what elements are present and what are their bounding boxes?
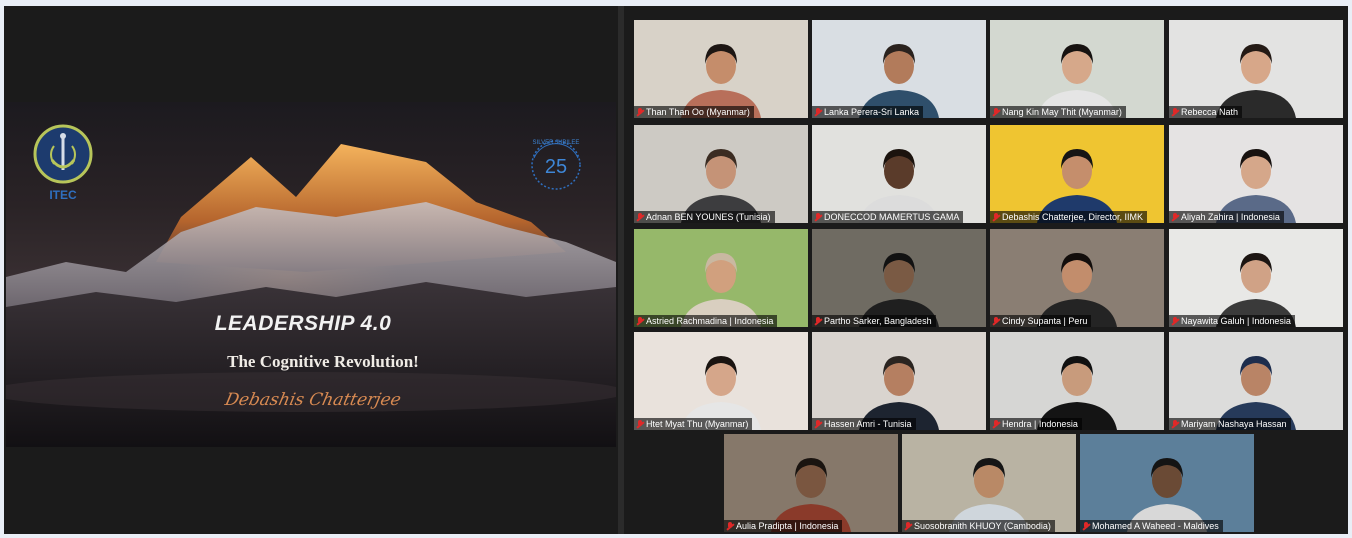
participant-name-tag: Mohamed A Waheed - Maldives <box>1080 520 1223 532</box>
participant-name: Astried Rachmadina | Indonesia <box>646 316 774 326</box>
mic-muted-icon <box>637 419 643 429</box>
participant-name: Suosobranith KHUOY (Cambodia) <box>914 521 1051 531</box>
participant-name: Aulia Pradipta | Indonesia <box>736 521 839 531</box>
mic-muted-icon <box>993 419 999 429</box>
participant-tile[interactable]: Aliyah Zahira | Indonesia <box>1169 125 1343 223</box>
shared-screen[interactable]: ITEC 25 SILVER JUBILEE LEADERSHIP 4.0 Th… <box>4 6 618 534</box>
participant-name: Lanka Perera-Sri Lanka <box>824 107 920 117</box>
participant-name: Hassen Amri - Tunisia <box>824 419 912 429</box>
participant-tile[interactable]: Lanka Perera-Sri Lanka <box>812 20 986 118</box>
participant-name-tag: Rebecca Nath <box>1169 106 1243 118</box>
slide-signature: Debashis Chatterjee <box>223 390 403 410</box>
participant-tile[interactable]: Rebecca Nath <box>1169 20 1343 118</box>
mic-muted-icon <box>1172 212 1178 222</box>
participant-name-tag: DONECCOD MAMERTUS GAMA <box>812 211 964 223</box>
svg-text:SILVER JUBILEE: SILVER JUBILEE <box>533 140 580 146</box>
mic-muted-icon <box>815 107 821 117</box>
mic-muted-icon <box>1172 107 1178 117</box>
mic-muted-icon <box>815 316 821 326</box>
mic-muted-icon <box>905 521 911 531</box>
silver-jubilee-logo: 25 SILVER JUBILEE <box>518 134 594 196</box>
slide-subtitle: The Cognitive Revolution! <box>227 352 419 371</box>
participant-name: Mohamed A Waheed - Maldives <box>1092 521 1219 531</box>
participant-name-tag: Htet Myat Thu (Myanmar) <box>634 418 753 430</box>
participant-name: Nang Kin May Thit (Myanmar) <box>1002 107 1122 117</box>
mic-muted-icon <box>1172 419 1178 429</box>
participant-name-tag: Suosobranith KHUOY (Cambodia) <box>902 520 1055 532</box>
participant-tile[interactable]: Suosobranith KHUOY (Cambodia) <box>902 434 1076 532</box>
participant-tile[interactable]: Mohamed A Waheed - Maldives <box>1080 434 1254 532</box>
mic-muted-icon <box>1083 521 1089 531</box>
participant-tile[interactable]: Adnan BEN YOUNES (Tunisia) <box>634 125 808 223</box>
participant-name-tag: Lanka Perera-Sri Lanka <box>812 106 924 118</box>
participant-name-tag: Mariyam Nashaya Hassan <box>1169 418 1291 430</box>
participant-tile[interactable]: Htet Myat Thu (Myanmar) <box>634 332 808 430</box>
svg-text:25: 25 <box>545 156 567 178</box>
participant-tile[interactable]: Partho Sarker, Bangladesh <box>812 229 986 327</box>
participant-name: Nayawita Galuh | Indonesia <box>1181 316 1291 326</box>
participant-name: Rebecca Nath <box>1181 107 1239 117</box>
participant-name: Cindy Supanta | Peru <box>1002 316 1088 326</box>
mic-muted-icon <box>815 419 821 429</box>
participant-tile[interactable]: Hassen Amri - Tunisia <box>812 332 986 430</box>
participant-name-tag: Adnan BEN YOUNES (Tunisia) <box>634 211 775 223</box>
participant-name-tag: Nayawita Galuh | Indonesia <box>1169 315 1295 327</box>
mic-muted-icon <box>993 212 999 222</box>
mic-muted-icon <box>637 107 643 117</box>
svg-text:ITEC: ITEC <box>49 188 77 202</box>
participant-name-tag: Than Than Oo (Myanmar) <box>634 106 754 118</box>
meeting-window: ITEC 25 SILVER JUBILEE LEADERSHIP 4.0 Th… <box>4 6 1348 534</box>
participant-name: Partho Sarker, Bangladesh <box>824 316 932 326</box>
slide-title: LEADERSHIP 4.0 <box>214 312 392 335</box>
participant-name-tag: Partho Sarker, Bangladesh <box>812 315 936 327</box>
participant-name: Htet Myat Thu (Myanmar) <box>646 419 749 429</box>
participant-name: Hendra | Indonesia <box>1002 419 1078 429</box>
participant-tile[interactable]: Debashis Chatterjee, Director, IIMK <box>990 125 1164 223</box>
mic-muted-icon <box>993 316 999 326</box>
presentation-slide: ITEC 25 SILVER JUBILEE LEADERSHIP 4.0 Th… <box>6 102 616 447</box>
participant-name: Than Than Oo (Myanmar) <box>646 107 750 117</box>
participant-tile[interactable]: Than Than Oo (Myanmar) <box>634 20 808 118</box>
participant-name-tag: Astried Rachmadina | Indonesia <box>634 315 778 327</box>
participant-tile[interactable]: Cindy Supanta | Peru <box>990 229 1164 327</box>
participant-tile[interactable]: Nayawita Galuh | Indonesia <box>1169 229 1343 327</box>
participant-tile[interactable]: DONECCOD MAMERTUS GAMA <box>812 125 986 223</box>
itec-logo: ITEC <box>30 124 96 204</box>
participant-name-tag: Aliyah Zahira | Indonesia <box>1169 211 1284 223</box>
participant-name-tag: Debashis Chatterjee, Director, IIMK <box>990 211 1148 223</box>
mic-muted-icon <box>993 107 999 117</box>
participant-tile[interactable]: Mariyam Nashaya Hassan <box>1169 332 1343 430</box>
participant-gallery: Than Than Oo (Myanmar) Lanka Perera-Sri L… <box>624 6 1348 534</box>
participant-tile[interactable]: Nang Kin May Thit (Myanmar) <box>990 20 1164 118</box>
participant-name-tag: Aulia Pradipta | Indonesia <box>724 520 843 532</box>
participant-name-tag: Hendra | Indonesia <box>990 418 1082 430</box>
participant-tile[interactable]: Aulia Pradipta | Indonesia <box>724 434 898 532</box>
participant-name: Mariyam Nashaya Hassan <box>1181 419 1287 429</box>
mic-muted-icon <box>815 212 821 222</box>
participant-name-tag: Hassen Amri - Tunisia <box>812 418 916 430</box>
mic-muted-icon <box>727 521 733 531</box>
mic-muted-icon <box>637 316 643 326</box>
mic-muted-icon <box>1172 316 1178 326</box>
mic-muted-icon <box>637 212 643 222</box>
participant-name: Adnan BEN YOUNES (Tunisia) <box>646 212 771 222</box>
participant-tile[interactable]: Hendra | Indonesia <box>990 332 1164 430</box>
participant-name: Debashis Chatterjee, Director, IIMK <box>1002 212 1144 222</box>
participant-name-tag: Cindy Supanta | Peru <box>990 315 1092 327</box>
participant-name-tag: Nang Kin May Thit (Myanmar) <box>990 106 1126 118</box>
participant-name: Aliyah Zahira | Indonesia <box>1181 212 1280 222</box>
participant-tile[interactable]: Astried Rachmadina | Indonesia <box>634 229 808 327</box>
participant-name: DONECCOD MAMERTUS GAMA <box>824 212 960 222</box>
